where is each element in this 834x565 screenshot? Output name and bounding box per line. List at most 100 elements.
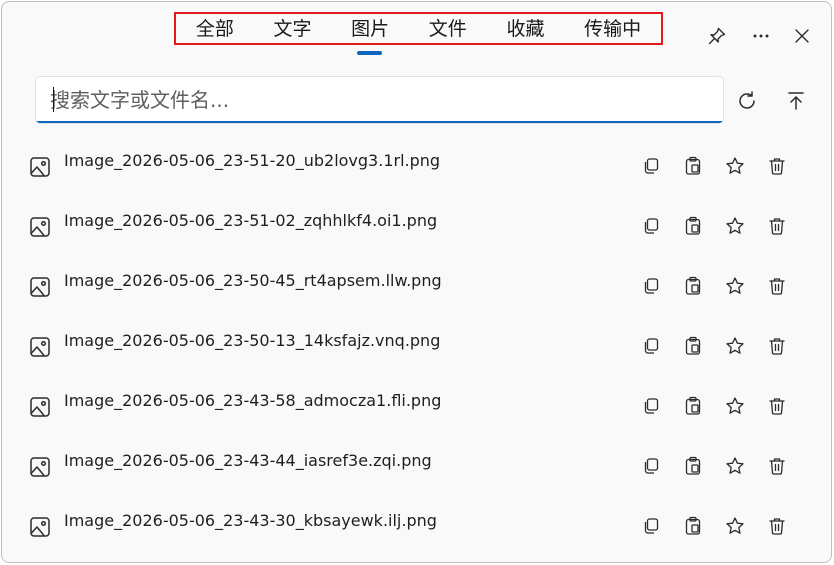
delete-button[interactable] [765,454,789,478]
image-file-icon [30,457,50,477]
search-box [35,76,724,124]
file-name: Image_2026-05-06_23-43-58_admocza1.fli.p… [64,391,442,410]
paste-icon [685,516,701,535]
close-icon [795,29,809,43]
paste-button[interactable] [681,274,705,298]
copy-icon [644,278,659,294]
favorite-button[interactable] [723,274,747,298]
copy-icon [644,338,659,354]
file-list: Image_2026-05-06_23-51-20_ub2lovg3.1rl.p… [2,137,831,557]
delete-button[interactable] [765,514,789,538]
text-caret [53,87,54,112]
delete-button[interactable] [765,214,789,238]
copy-button[interactable] [639,454,663,478]
file-name: Image_2026-05-06_23-51-20_ub2lovg3.1rl.p… [64,151,441,170]
scroll-top-icon [788,92,804,110]
copy-button[interactable] [639,274,663,298]
copy-button[interactable] [639,334,663,358]
paste-button[interactable] [681,214,705,238]
tab-images[interactable]: 图片 [347,15,393,43]
trash-icon [769,158,785,175]
favorite-button[interactable] [723,154,747,178]
paste-icon [685,156,701,175]
trash-icon [769,338,785,355]
list-item[interactable]: Image_2026-05-06_23-51-02_zqhhlkf4.oi1.p… [2,197,831,257]
refresh-button[interactable] [732,86,762,116]
file-name: Image_2026-05-06_23-50-45_rt4apsem.llw.p… [64,271,442,290]
more-button[interactable] [747,22,775,50]
trash-icon [769,278,785,295]
paste-icon [685,216,701,235]
list-item[interactable]: Image_2026-05-06_23-50-45_rt4apsem.llw.p… [2,257,831,317]
favorite-button[interactable] [723,514,747,538]
tab-bar: 全部 文字 图片 文件 收藏 传输中 [174,12,663,45]
copy-icon [644,458,659,474]
search-input[interactable] [50,85,710,115]
paste-button[interactable] [681,514,705,538]
star-icon [726,397,744,414]
favorite-button[interactable] [723,214,747,238]
file-name: Image_2026-05-06_23-50-13_14ksfajz.vnq.p… [64,331,441,350]
copy-icon [644,398,659,414]
copy-icon [644,158,659,174]
paste-icon [685,276,701,295]
paste-icon [685,336,701,355]
star-icon [726,157,744,174]
list-item[interactable]: Image_2026-05-06_23-43-30_kbsayewk.ilj.p… [2,497,831,557]
scroll-top-button[interactable] [781,86,811,116]
star-icon [726,217,744,234]
paste-button[interactable] [681,394,705,418]
list-item[interactable]: Image_2026-05-06_23-43-44_iasref3e.zqi.p… [2,437,831,497]
trash-icon [769,458,785,475]
trash-icon [769,218,785,235]
paste-icon [685,396,701,415]
copy-button[interactable] [639,514,663,538]
list-item[interactable]: Image_2026-05-06_23-50-13_14ksfajz.vnq.p… [2,317,831,377]
paste-button[interactable] [681,334,705,358]
list-item[interactable]: Image_2026-05-06_23-51-20_ub2lovg3.1rl.p… [2,137,831,197]
star-icon [726,457,744,474]
file-name: Image_2026-05-06_23-43-44_iasref3e.zqi.p… [64,451,432,470]
favorite-button[interactable] [723,334,747,358]
paste-button[interactable] [681,154,705,178]
image-file-icon [30,397,50,417]
close-button[interactable] [788,22,816,50]
copy-button[interactable] [639,154,663,178]
more-icon [753,34,769,38]
tab-transferring[interactable]: 传输中 [580,15,645,43]
delete-button[interactable] [765,334,789,358]
favorite-button[interactable] [723,454,747,478]
favorite-button[interactable] [723,394,747,418]
copy-button[interactable] [639,394,663,418]
trash-icon [769,518,785,535]
delete-button[interactable] [765,274,789,298]
paste-icon [685,456,701,475]
file-name: Image_2026-05-06_23-51-02_zqhhlkf4.oi1.p… [64,211,438,230]
active-tab-indicator [357,51,382,55]
file-name: Image_2026-05-06_23-43-30_kbsayewk.ilj.p… [64,511,437,530]
star-icon [726,517,744,534]
paste-button[interactable] [681,454,705,478]
trash-icon [769,398,785,415]
tab-files[interactable]: 文件 [425,15,471,43]
copy-icon [644,218,659,234]
delete-button[interactable] [765,154,789,178]
image-file-icon [30,337,50,357]
copy-button[interactable] [639,214,663,238]
pin-icon [708,27,726,45]
star-icon [726,337,744,354]
image-file-icon [30,277,50,297]
image-file-icon [30,157,50,177]
image-file-icon [30,217,50,237]
refresh-icon [739,91,755,109]
list-item[interactable]: Image_2026-05-06_23-43-58_admocza1.fli.p… [2,377,831,437]
tab-text[interactable]: 文字 [269,15,315,43]
copy-icon [644,518,659,534]
tab-all[interactable]: 全部 [192,15,238,43]
clipboard-window: 全部 文字 图片 文件 收藏 传输中 搜索文字或文件名... Image_202… [1,1,832,563]
tab-favorites[interactable]: 收藏 [502,15,548,43]
delete-button[interactable] [765,394,789,418]
pin-button[interactable] [703,22,731,50]
star-icon [726,277,744,294]
image-file-icon [30,517,50,537]
